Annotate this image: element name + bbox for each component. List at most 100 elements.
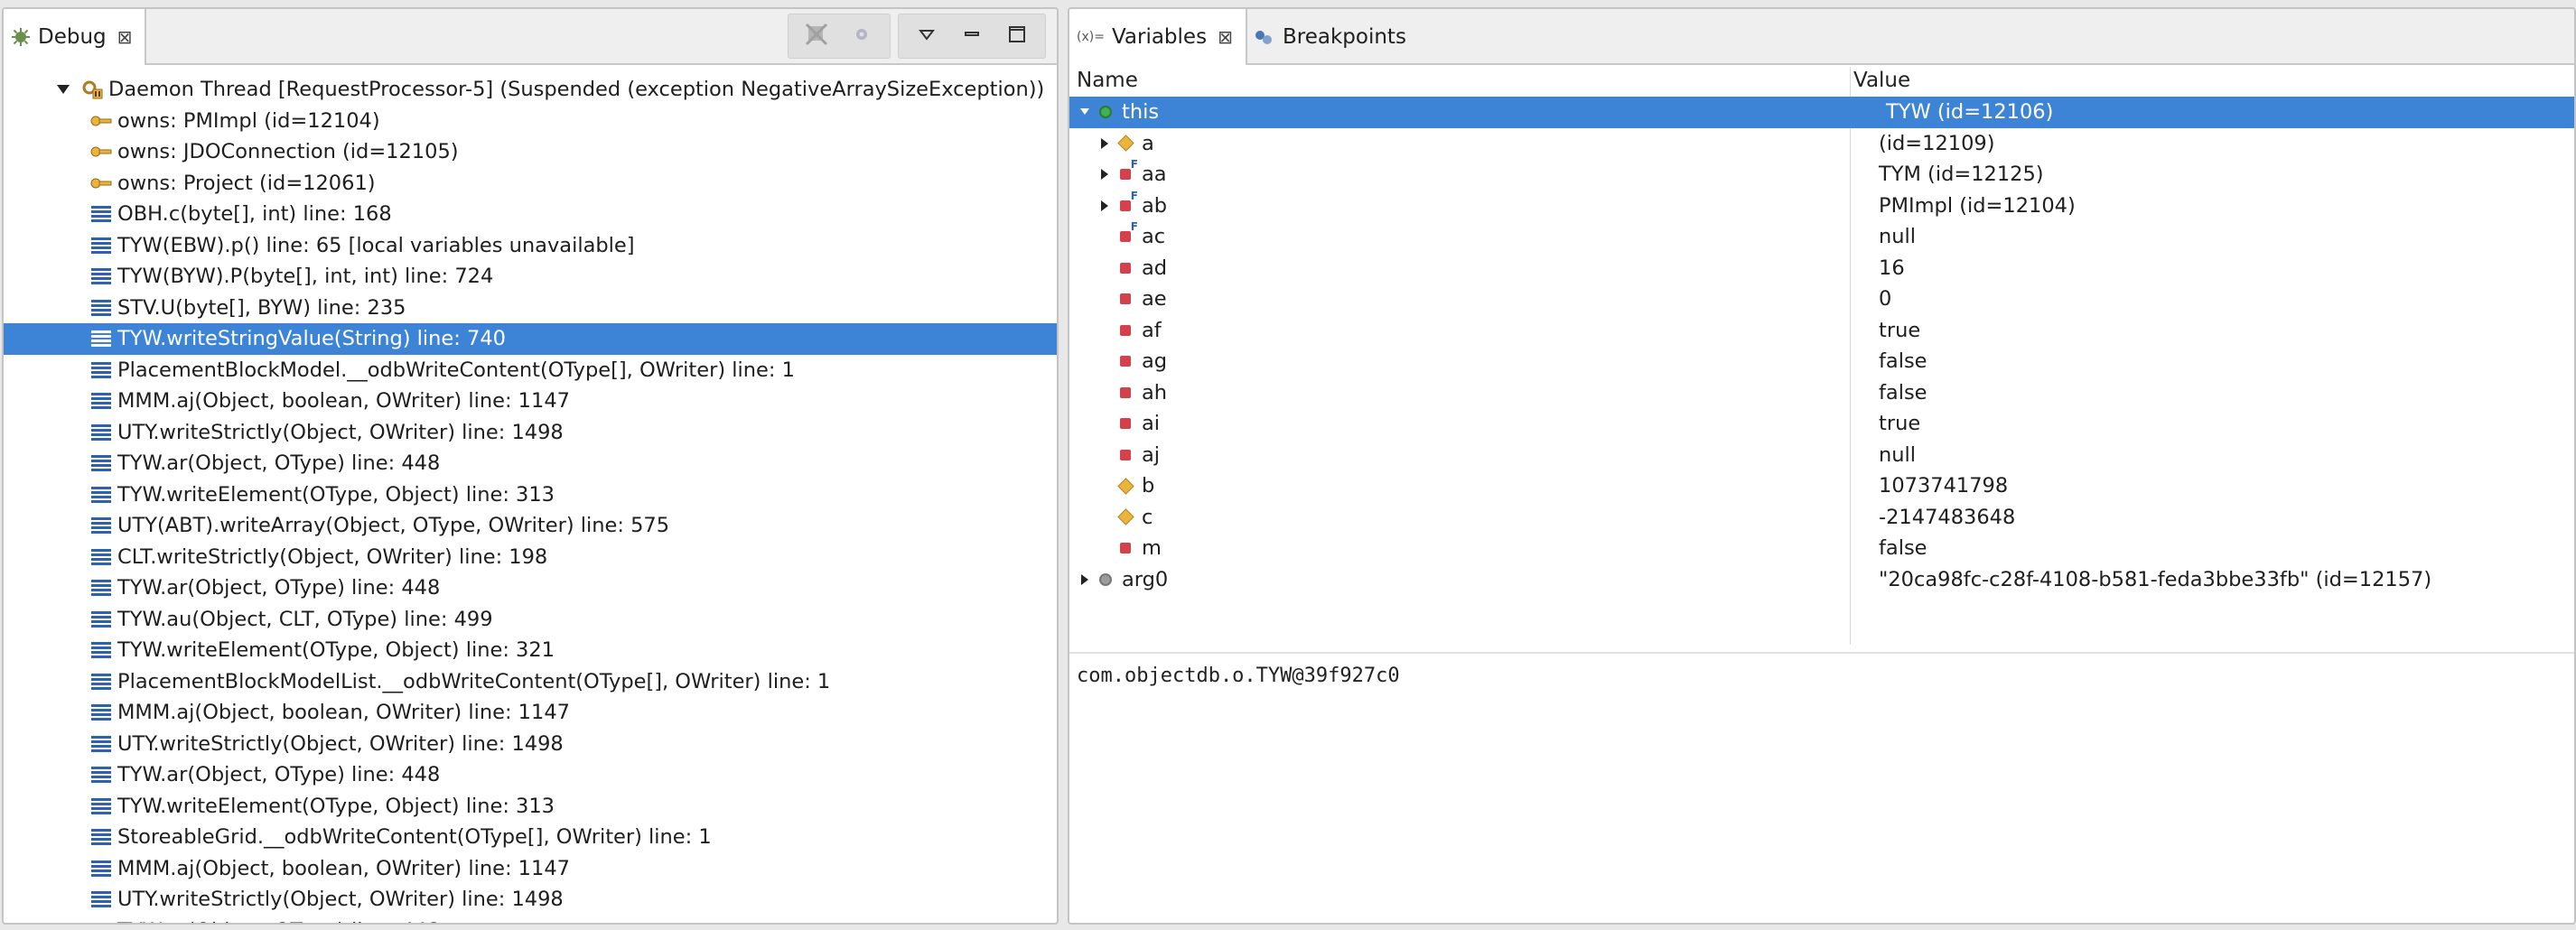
- owned-monitor-item[interactable]: owns: JDOConnection (id=12105): [4, 136, 1057, 168]
- variable-row[interactable]: af true: [1069, 315, 2574, 347]
- stack-frame[interactable]: UTY(ABT).writeArray(Object, OType, OWrit…: [4, 510, 1057, 542]
- column-header-name[interactable]: Name: [1077, 69, 1138, 92]
- variables-table: this TYW (id=12106) a (id=12109) Faa TYM (id=…: [1069, 97, 2574, 642]
- tab-debug[interactable]: Debug ⊠: [4, 9, 147, 65]
- maximize-button[interactable]: [994, 16, 1040, 56]
- variable-row[interactable]: m false: [1069, 533, 2574, 564]
- detail-pane[interactable]: com.objectdb.o.TYW@39f927c0: [1069, 652, 2574, 923]
- stack-frame-icon: [89, 702, 114, 723]
- stack-frame[interactable]: TYW.ar(Object, OType) line: 448: [4, 759, 1057, 791]
- variable-row[interactable]: ad 16: [1069, 253, 2574, 284]
- variable-row[interactable]: Fac null: [1069, 220, 2574, 253]
- debug-toolbar: [780, 14, 1046, 59]
- stack-frame-icon: [89, 515, 114, 536]
- stack-frame-icon: [89, 203, 114, 225]
- variable-name: aj: [1142, 442, 1161, 467]
- close-icon[interactable]: ⊠: [1218, 26, 1233, 48]
- stack-frame[interactable]: MMM.aj(Object, boolean, OWriter) line: 1…: [4, 853, 1057, 885]
- variable-name: ah: [1142, 380, 1168, 405]
- variable-row[interactable]: b 1073741798: [1069, 470, 2574, 502]
- variable-row[interactable]: c -2147483648: [1069, 502, 2574, 534]
- suspended-thread-icon: [79, 79, 105, 100]
- variable-row[interactable]: Fab PMImpl (id=12104): [1069, 190, 2574, 222]
- tab-variables[interactable]: (x)= Variables ⊠: [1069, 9, 1247, 65]
- stack-frame[interactable]: TYW.writeElement(OType, Object) line: 31…: [4, 479, 1057, 511]
- variable-row[interactable]: ai true: [1069, 408, 2574, 440]
- thread-node[interactable]: Daemon Thread [RequestProcessor-5] (Susp…: [4, 74, 1057, 106]
- stack-frame[interactable]: UTY.writeStrictly(Object, OWriter) line:…: [4, 884, 1057, 916]
- variable-name: m: [1142, 536, 1162, 560]
- variable-row[interactable]: a (id=12109): [1069, 128, 2574, 160]
- variable-row[interactable]: arg0 "20ca98fc-c28f-4108-b581-feda3bbe33f…: [1069, 564, 2574, 596]
- variable-row[interactable]: ag false: [1069, 346, 2574, 377]
- stack-frame[interactable]: TYW(BYW).P(byte[], int, int) line: 724: [4, 261, 1057, 293]
- stack-frame-icon: [89, 235, 114, 256]
- expand-arrow-icon[interactable]: [1077, 571, 1093, 589]
- stack-frame[interactable]: TYW.ar(Object, OType) line: 448: [4, 448, 1057, 479]
- stack-frame[interactable]: PlacementBlockModel.__odbWriteContent(OT…: [4, 355, 1057, 386]
- variables-view: (x)= Variables ⊠ Breakpoints Name Value …: [1068, 7, 2576, 925]
- stack-frame[interactable]: TYW.ar(Object, OType) line: 448: [4, 572, 1057, 604]
- stack-frame[interactable]: StoreableGrid.__odbWriteContent(OType[],…: [4, 822, 1057, 853]
- stack-frame[interactable]: MMM.aj(Object, boolean, OWriter) line: 1…: [4, 697, 1057, 729]
- stack-frame[interactable]: TYW.writeStringValue(String) line: 740: [4, 323, 1057, 355]
- stack-frame[interactable]: TYW(EBW).p() line: 65 [local variables u…: [4, 230, 1057, 262]
- variable-row[interactable]: ah false: [1069, 377, 2574, 409]
- variable-value: 16: [1879, 256, 1905, 280]
- remove-terminated-button[interactable]: [794, 16, 839, 56]
- private-field-icon: [1116, 321, 1134, 339]
- skip-breakpoints-button[interactable]: [839, 16, 884, 56]
- variable-value: true: [1879, 318, 1921, 342]
- stack-frame[interactable]: TYW.writeElement(OType, Object) line: 32…: [4, 635, 1057, 666]
- stack-frame-label: CLT.writeStrictly(Object, OWriter) line:…: [117, 544, 548, 569]
- stack-frame[interactable]: OBH.c(byte[], int) line: 168: [4, 199, 1057, 230]
- collapse-arrow-icon[interactable]: [1077, 103, 1093, 121]
- debug-toolbar-actions: [788, 14, 891, 59]
- column-header-value[interactable]: Value: [1853, 69, 1910, 92]
- stack-frame[interactable]: MMM.aj(Object, boolean, OWriter) line: 1…: [4, 386, 1057, 417]
- variable-row[interactable]: Faa TYM (id=12125): [1069, 158, 2574, 191]
- stack-frame-label: TYW.writeStringValue(String) line: 740: [117, 327, 506, 351]
- variable-row[interactable]: aj null: [1069, 440, 2574, 471]
- expand-arrow-icon[interactable]: [1097, 135, 1113, 153]
- stack-frame-label: OBH.c(byte[], int) line: 168: [117, 202, 392, 227]
- stack-frame[interactable]: TYW.writeElement(OType, Object) line: 31…: [4, 791, 1057, 823]
- stack-frame-label: MMM.aj(Object, boolean, OWriter) line: 1…: [117, 701, 570, 725]
- variable-name: af: [1142, 318, 1162, 342]
- stack-frame[interactable]: CLT.writeStrictly(Object, OWriter) line:…: [4, 542, 1057, 573]
- stack-frame[interactable]: UTY.writeStrictly(Object, OWriter) line:…: [4, 729, 1057, 760]
- maximize-icon: [1007, 24, 1027, 48]
- debug-tabbar: Debug ⊠: [4, 9, 1057, 65]
- monitor-key-icon: [89, 110, 114, 132]
- stack-frame[interactable]: TYW.ar(Object, OType) line: 448: [4, 916, 1057, 923]
- owned-monitor-item[interactable]: owns: PMImpl (id=12104): [4, 106, 1057, 137]
- expand-arrow-icon[interactable]: [1097, 197, 1113, 215]
- variable-value: PMImpl (id=12104): [1879, 193, 2076, 218]
- variable-row[interactable]: ae 0: [1069, 284, 2574, 315]
- variable-row[interactable]: this TYW (id=12106): [1069, 97, 2574, 128]
- stack-frame-icon: [89, 920, 114, 923]
- owned-monitor-item[interactable]: owns: Project (id=12061): [4, 168, 1057, 200]
- expand-arrow-icon[interactable]: [1097, 165, 1113, 183]
- stack-frame-label: TYW.ar(Object, OType) line: 448: [117, 576, 441, 600]
- stack-frame-icon: [89, 733, 114, 755]
- minimize-button[interactable]: [949, 16, 994, 56]
- close-icon[interactable]: ⊠: [117, 26, 133, 48]
- stack-frame-icon: [89, 297, 114, 319]
- stack-frame[interactable]: STV.U(byte[], BYW) line: 235: [4, 293, 1057, 324]
- private-field-icon: F: [1116, 220, 1138, 246]
- tab-breakpoints[interactable]: Breakpoints: [1246, 9, 1419, 65]
- default-field-icon: [1116, 477, 1134, 495]
- stack-frame-label: TYW.ar(Object, OType) line: 448: [117, 763, 441, 787]
- stack-frame[interactable]: TYW.au(Object, CLT, OType) line: 499: [4, 604, 1057, 636]
- stack-frame[interactable]: PlacementBlockModelList.__odbWriteConten…: [4, 666, 1057, 698]
- stack-frame-label: TYW(EBW).p() line: 65 [local variables u…: [117, 233, 635, 257]
- variable-value: true: [1879, 412, 1921, 435]
- stack-frame-label: TYW.ar(Object, OType) line: 448: [117, 919, 440, 923]
- collapse-arrow-icon[interactable]: [51, 79, 76, 100]
- chevron-down-icon: [918, 28, 936, 45]
- stack-frame-icon: [89, 484, 114, 506]
- view-menu-button[interactable]: [904, 16, 949, 56]
- stack-frame[interactable]: UTY.writeStrictly(Object, OWriter) line:…: [4, 417, 1057, 449]
- variable-value: (id=12109): [1879, 131, 1995, 155]
